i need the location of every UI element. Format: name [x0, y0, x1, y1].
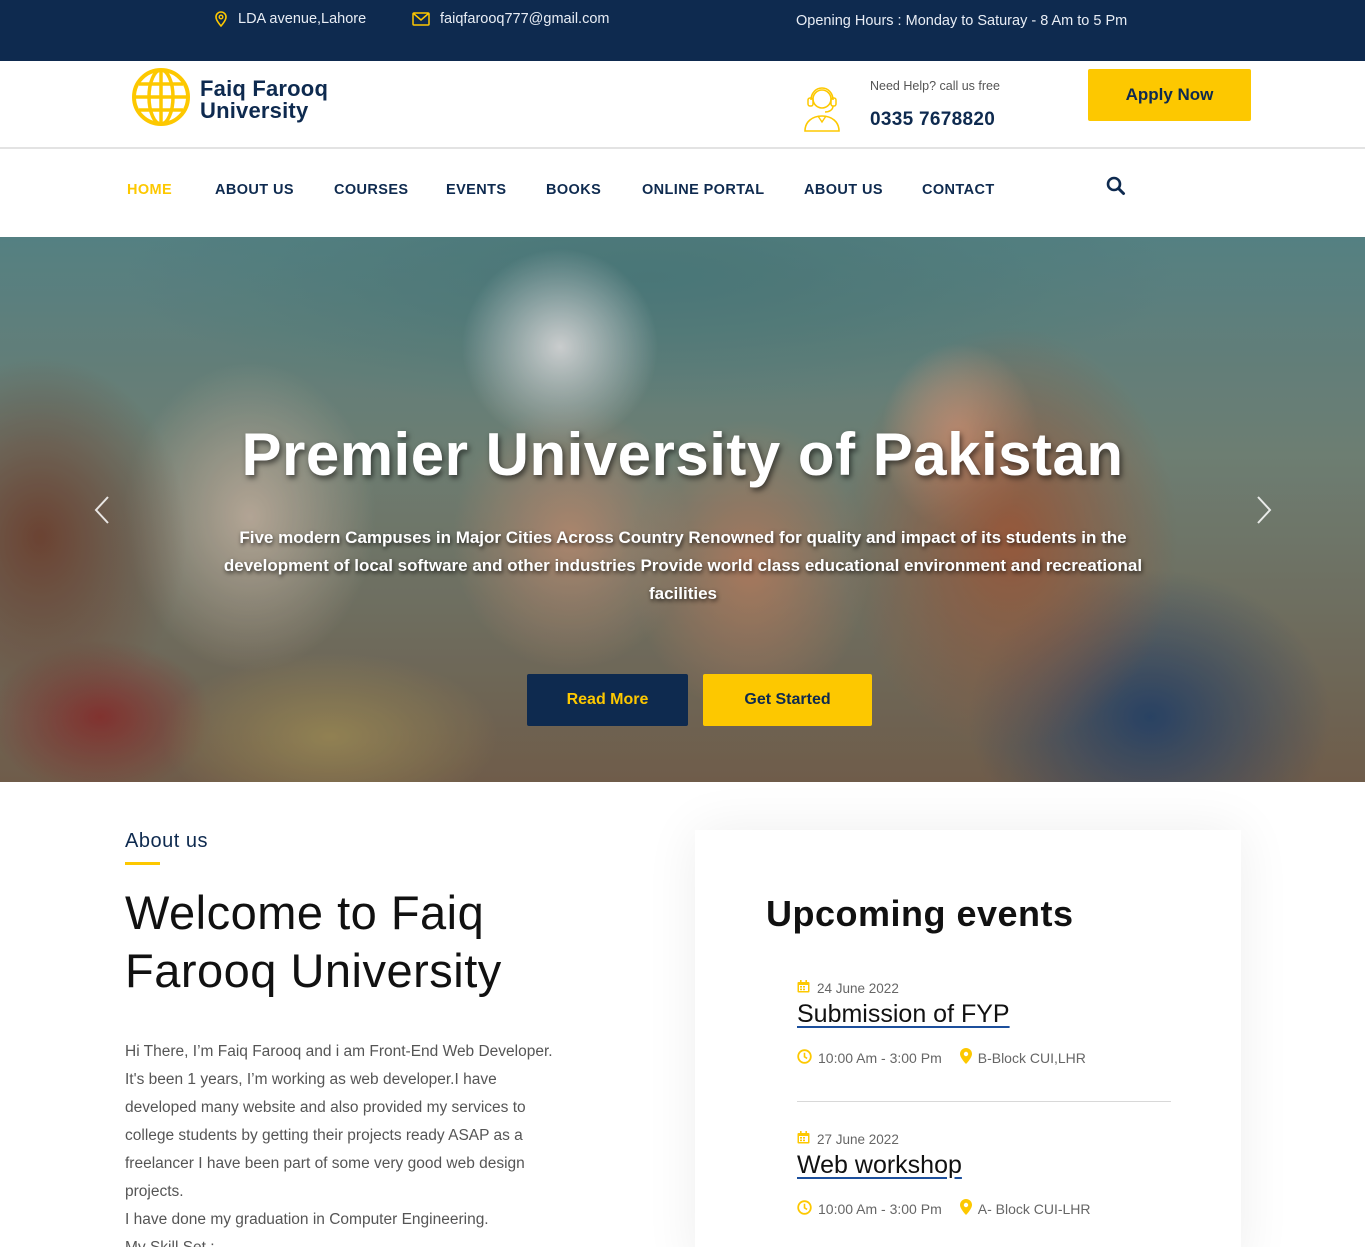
main-nav: HOME ABOUT US COURSES EVENTS BOOKS ONLIN…	[0, 151, 1365, 237]
event-location-text: B-Block CUI,LHR	[977, 1049, 1086, 1066]
phone-number[interactable]: 0335 7678820	[870, 109, 1000, 131]
event-divider	[797, 1101, 1171, 1102]
upcoming-events-card: Upcoming events 24 June 2022 Submission …	[695, 830, 1241, 1247]
kicker-underline	[125, 862, 160, 865]
email-text[interactable]: faiqfarooq777@gmail.com	[440, 11, 609, 27]
help-text: Need Help? call us free 0335 7678820	[870, 79, 1000, 131]
opening-hours: Opening Hours : Monday to Saturay - 8 Am…	[796, 13, 1128, 29]
nav-item-about-us-2[interactable]: ABOUT US	[804, 182, 883, 198]
event-time: 10:00 Am - 3:00 Pm	[797, 1199, 942, 1218]
nav-item-events[interactable]: EVENTS	[446, 182, 506, 198]
support-agent-icon	[802, 83, 842, 138]
about-paragraph: I have done my graduation in Computer En…	[125, 1211, 489, 1228]
event-time-text: 10:00 Am - 3:00 Pm	[818, 1049, 942, 1066]
hero-title: Premier University of Pakistan	[241, 421, 1124, 488]
get-started-button[interactable]: Get Started	[703, 674, 872, 726]
help-contact: Need Help? call us free 0335 7678820	[802, 79, 1000, 138]
nav-item-contact[interactable]: CONTACT	[922, 182, 995, 198]
event-location: A- Block CUI-LHR	[959, 1199, 1091, 1218]
globe-icon	[131, 67, 191, 132]
email-info[interactable]: faiqfarooq777@gmail.com	[412, 11, 609, 27]
site-header: Faiq Farooq University Need Help? call u…	[0, 61, 1365, 149]
event-date-text: 27 June 2022	[817, 1131, 899, 1147]
nav-item-courses[interactable]: COURSES	[334, 182, 409, 198]
event-title-link[interactable]: Submission of FYP	[797, 1000, 1010, 1029]
about-title: Welcome to Faiq Farooq University	[125, 886, 502, 997]
event-item: 24 June 2022 Submission of FYP 10:00 Am …	[797, 980, 1171, 1067]
address-info: LDA avenue,Lahore	[214, 11, 366, 27]
event-date: 27 June 2022	[797, 1131, 1171, 1147]
event-time-text: 10:00 Am - 3:00 Pm	[818, 1200, 942, 1217]
event-location: B-Block CUI,LHR	[959, 1048, 1086, 1067]
event-meta: 10:00 Am - 3:00 Pm B-Block CUI,LHR	[797, 1048, 1171, 1067]
calendar-icon	[797, 980, 810, 996]
help-label: Need Help? call us free	[870, 79, 1000, 93]
hero-subtitle: Five modern Campuses in Major Cities Acr…	[223, 528, 1143, 603]
calendar-icon	[797, 1131, 810, 1147]
nav-item-home[interactable]: HOME	[127, 182, 172, 198]
logo-line-2: University	[200, 97, 309, 123]
chevron-left-icon[interactable]	[93, 495, 111, 530]
nav-item-online-portal[interactable]: ONLINE PORTAL	[642, 182, 765, 198]
nav-item-about-us[interactable]: ABOUT US	[215, 182, 294, 198]
site-logo[interactable]: Faiq Farooq University	[131, 67, 328, 132]
event-time: 10:00 Am - 3:00 Pm	[797, 1048, 942, 1067]
location-pin-icon	[214, 11, 228, 27]
chevron-right-icon[interactable]	[1255, 495, 1273, 530]
event-item: 27 June 2022 Web workshop 10:00 Am - 3:0…	[797, 1131, 1171, 1218]
about-paragraph: My Skill Set :	[125, 1234, 570, 1247]
read-more-button[interactable]: Read More	[527, 674, 688, 726]
event-title-link[interactable]: Web workshop	[797, 1151, 962, 1180]
logo-text: Faiq Farooq University	[200, 75, 329, 123]
envelope-icon	[412, 12, 430, 26]
map-pin-icon	[959, 1048, 972, 1067]
about-kicker: About us	[125, 830, 208, 852]
search-icon[interactable]	[1106, 176, 1126, 201]
clock-icon	[797, 1048, 812, 1067]
hero-slider: Premier University of Pakistan Five mode…	[0, 237, 1365, 782]
apply-now-button[interactable]: Apply Now	[1088, 69, 1251, 121]
about-paragraph: Hi There, I’m Faiq Farooq and i am Front…	[125, 1043, 553, 1200]
nav-item-books[interactable]: BOOKS	[546, 182, 601, 198]
about-text: Hi There, I’m Faiq Farooq and i am Front…	[125, 1038, 570, 1247]
event-date: 24 June 2022	[797, 980, 1171, 996]
event-location-text: A- Block CUI-LHR	[977, 1200, 1091, 1217]
address-text: LDA avenue,Lahore	[238, 11, 367, 27]
logo-line-1: Faiq Farooq	[200, 75, 329, 101]
clock-icon	[797, 1199, 812, 1218]
event-meta: 10:00 Am - 3:00 Pm A- Block CUI-LHR	[797, 1199, 1171, 1218]
top-info-bar: LDA avenue,Lahore faiqfarooq777@gmail.co…	[0, 0, 1365, 61]
event-date-text: 24 June 2022	[817, 980, 899, 996]
map-pin-icon	[959, 1199, 972, 1218]
events-title: Upcoming events	[766, 893, 1074, 934]
